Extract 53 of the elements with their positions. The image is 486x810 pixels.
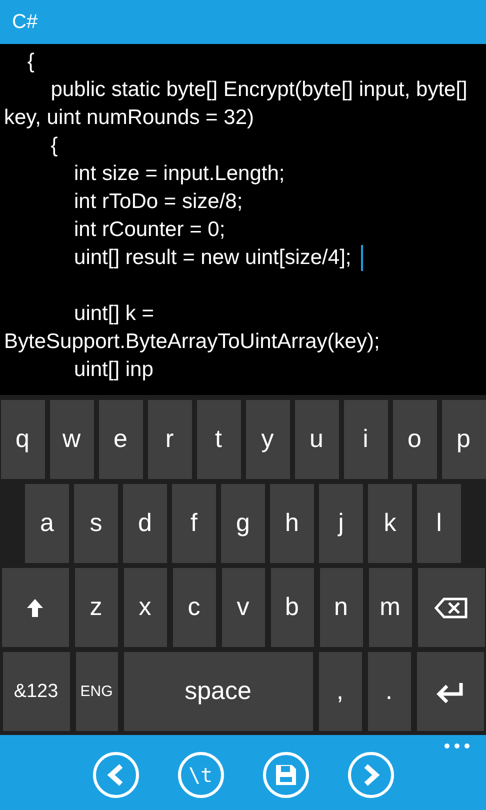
- letter-key[interactable]: d: [123, 484, 167, 563]
- symbols-key[interactable]: &123: [2, 652, 70, 731]
- letter-key[interactable]: c: [172, 568, 216, 647]
- letter-key[interactable]: y: [246, 400, 290, 479]
- letter-key[interactable]: e: [98, 400, 142, 479]
- letter-key[interactable]: k: [368, 484, 412, 563]
- next-button[interactable]: [348, 752, 394, 798]
- letter-key[interactable]: a: [25, 484, 69, 563]
- letter-key[interactable]: o: [392, 400, 436, 479]
- letter-key[interactable]: u: [294, 400, 338, 479]
- letter-key[interactable]: z: [74, 568, 118, 647]
- letter-key[interactable]: q: [0, 400, 44, 479]
- backspace-key[interactable]: [418, 568, 484, 647]
- letter-key[interactable]: .: [368, 652, 410, 731]
- shift-key[interactable]: [2, 568, 68, 647]
- letter-key[interactable]: i: [344, 400, 388, 479]
- letter-key[interactable]: n: [320, 568, 362, 647]
- language-title: C#: [12, 10, 38, 34]
- letter-key[interactable]: g: [221, 484, 265, 563]
- code-line: int size = input.Length;: [73, 161, 286, 187]
- code-line: int rToDo = size/8;: [73, 189, 244, 215]
- save-icon: [274, 762, 298, 786]
- letter-key[interactable]: r: [148, 400, 192, 479]
- previous-button[interactable]: [92, 752, 138, 798]
- enter-arrow-icon: [435, 680, 465, 702]
- chevron-left-icon: [106, 762, 126, 786]
- language-key[interactable]: ENG: [76, 652, 118, 731]
- save-button[interactable]: [262, 752, 308, 798]
- letter-key[interactable]: t: [196, 400, 240, 479]
- letter-key[interactable]: h: [270, 484, 314, 563]
- letter-key[interactable]: b: [270, 568, 314, 647]
- shift-arrow-icon: [26, 598, 44, 618]
- code-line: uint[] inp: [73, 357, 154, 383]
- letter-key[interactable]: j: [319, 484, 363, 563]
- code-line: public static byte[] Encrypt(byte[] input, byte[] key, uint numRounds = 32): [4, 77, 468, 131]
- letter-key[interactable]: l: [417, 484, 461, 563]
- space-key[interactable]: space: [124, 652, 312, 731]
- letter-key[interactable]: v: [222, 568, 264, 647]
- letter-key[interactable]: p: [442, 400, 486, 479]
- code-line: int rCounter = 0;: [73, 217, 226, 243]
- backspace-icon: [434, 596, 468, 618]
- letter-key[interactable]: x: [124, 568, 166, 647]
- letter-key[interactable]: w: [50, 400, 94, 479]
- letter-key[interactable]: m: [368, 568, 412, 647]
- code-line: {: [26, 49, 36, 75]
- more-icon[interactable]: [444, 743, 470, 749]
- letter-key[interactable]: s: [74, 484, 118, 563]
- enter-key[interactable]: [416, 652, 484, 731]
- code-line: uint[] result = new uint[size/4];: [4, 244, 480, 272]
- letter-key[interactable]: ,: [318, 652, 362, 731]
- letter-key[interactable]: f: [172, 484, 216, 563]
- code-line: {: [50, 133, 59, 159]
- code-line: uint[] k = ByteSupport.ByteArrayToUintArray(key);: [4, 301, 381, 355]
